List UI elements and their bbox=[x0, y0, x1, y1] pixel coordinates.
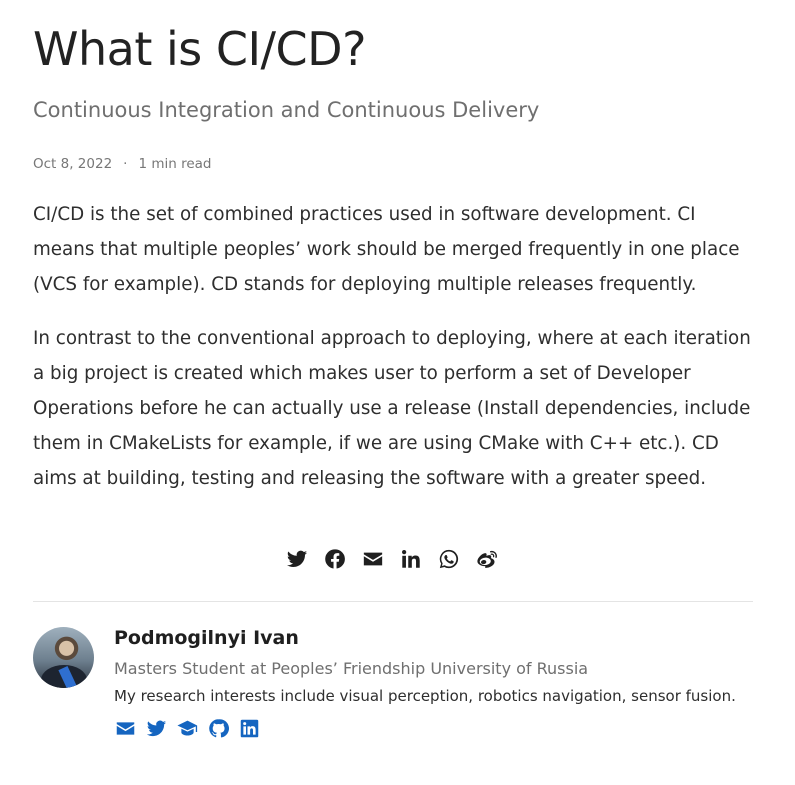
weibo-icon[interactable] bbox=[475, 547, 499, 571]
twitter-icon[interactable] bbox=[285, 547, 309, 571]
author-card: Podmogilnyi Ivan Masters Student at Peop… bbox=[114, 627, 754, 739]
article-body: CI/CD is the set of combined practices u… bbox=[33, 198, 753, 516]
email-icon[interactable] bbox=[361, 547, 385, 571]
graduation-cap-icon[interactable] bbox=[176, 717, 198, 739]
article-paragraph: CI/CD is the set of combined practices u… bbox=[33, 204, 740, 295]
linkedin-icon[interactable] bbox=[399, 547, 423, 571]
share-bar bbox=[285, 547, 499, 571]
linkedin-icon[interactable] bbox=[238, 717, 260, 739]
article-meta: Oct 8, 2022 · 1 min read bbox=[33, 156, 212, 172]
article-title: What is CI/CD? bbox=[33, 22, 367, 76]
avatar bbox=[33, 627, 94, 688]
meta-separator: · bbox=[123, 156, 128, 172]
whatsapp-icon[interactable] bbox=[437, 547, 461, 571]
email-icon[interactable] bbox=[114, 717, 136, 739]
author-role: Masters Student at Peoples’ Friendship U… bbox=[114, 659, 589, 678]
github-icon[interactable] bbox=[207, 717, 229, 739]
twitter-icon[interactable] bbox=[145, 717, 167, 739]
author-bio: My research interests include visual per… bbox=[114, 687, 736, 705]
reading-time: 1 min read bbox=[138, 156, 212, 172]
article-paragraph: In contrast to the conventional approach… bbox=[33, 328, 751, 489]
article-date: Oct 8, 2022 bbox=[33, 156, 113, 172]
section-divider bbox=[33, 601, 753, 602]
author-links bbox=[114, 717, 754, 739]
author-name: Podmogilnyi Ivan bbox=[114, 627, 299, 649]
facebook-icon[interactable] bbox=[323, 547, 347, 571]
article-subtitle: Continuous Integration and Continuous De… bbox=[33, 98, 540, 122]
